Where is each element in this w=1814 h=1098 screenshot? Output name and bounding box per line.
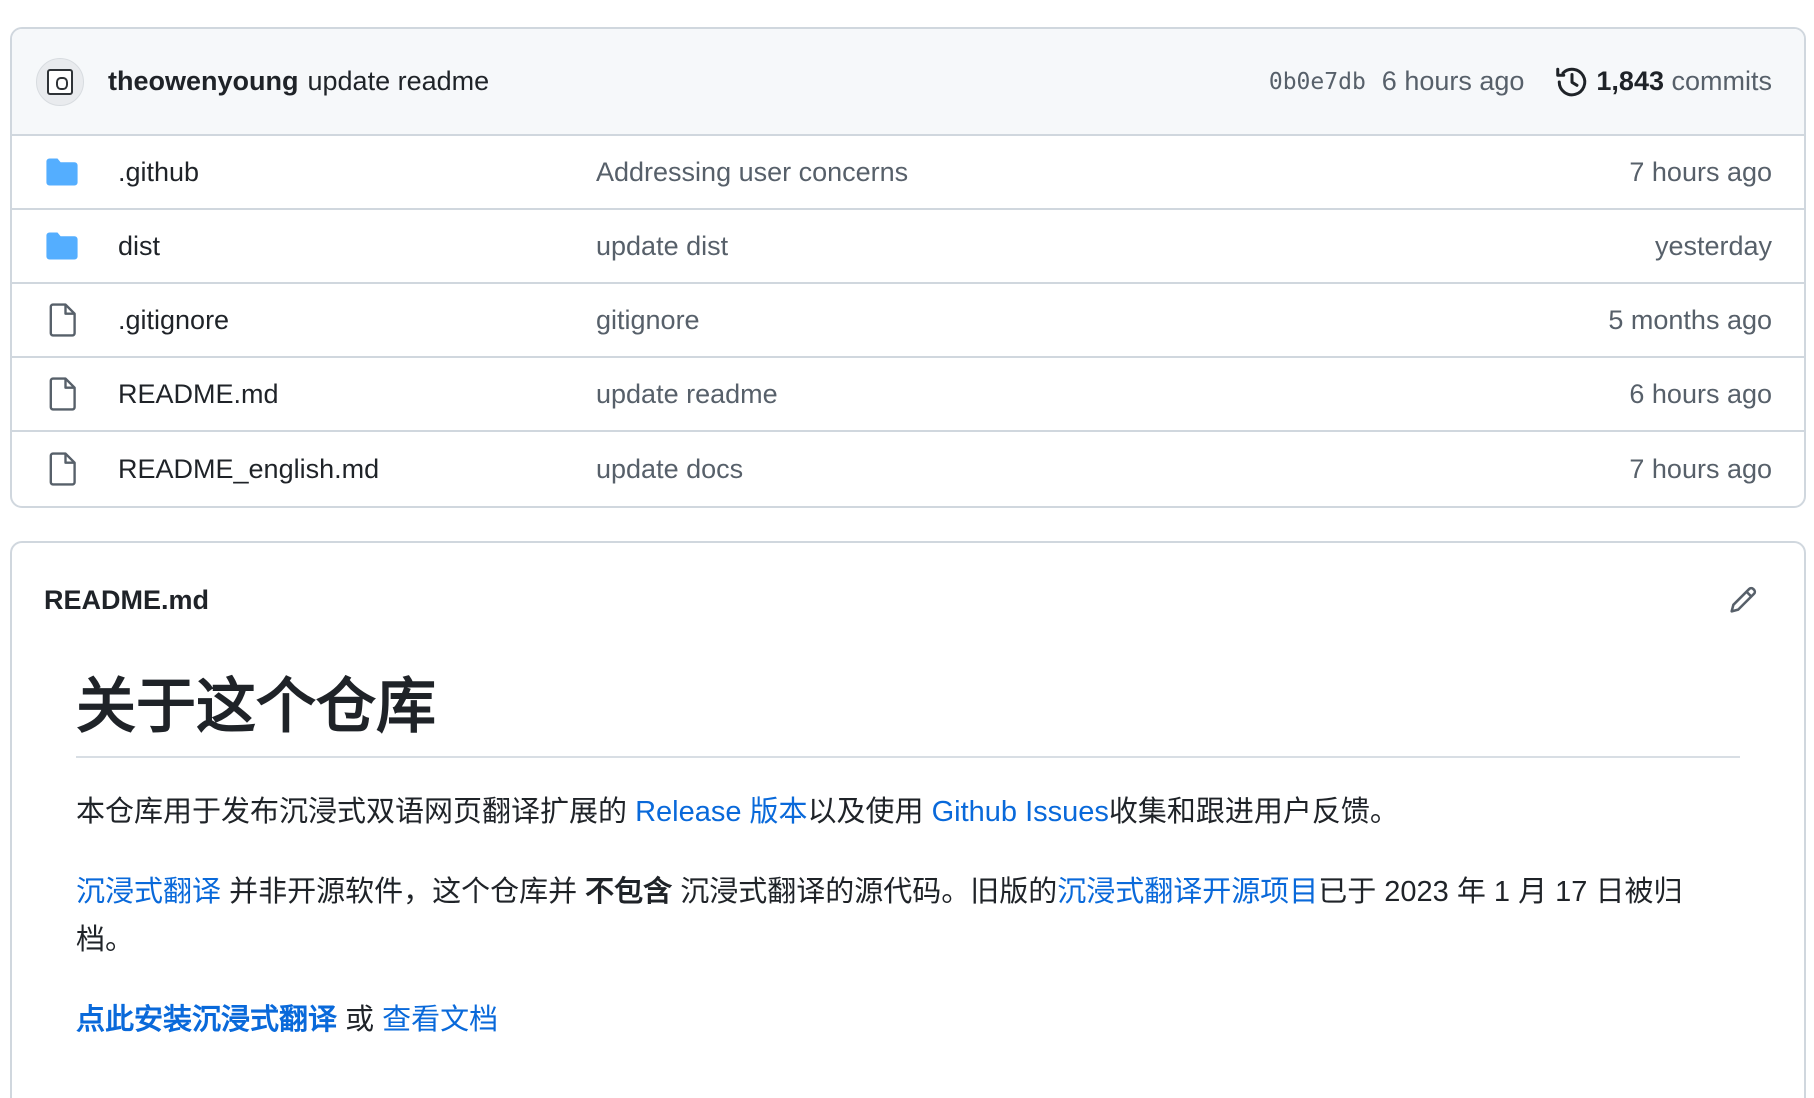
file-commit-time: yesterday [1654, 230, 1772, 261]
file-row[interactable]: README.md update readme 6 hours ago [12, 358, 1804, 432]
install-link[interactable]: 点此安装沉浸式翻译 [76, 1004, 337, 1036]
file-icon [44, 376, 80, 412]
commit-sha[interactable]: 0b0e7db [1269, 69, 1366, 95]
file-commit-message[interactable]: Addressing user concerns [596, 157, 1629, 188]
commit-author[interactable]: theowenyoung [108, 66, 299, 97]
file-browser: theowenyoung update readme 0b0e7db 6 hou… [10, 27, 1806, 508]
readme-paragraph-3: 点此安装沉浸式翻译 或 查看文档 [76, 1004, 499, 1036]
file-icon [44, 451, 80, 487]
file-row[interactable]: dist update dist yesterday [12, 210, 1804, 284]
readme-header: README.md [12, 543, 1804, 657]
file-commit-time: 7 hours ago [1629, 156, 1772, 187]
file-commit-time: 5 months ago [1608, 304, 1772, 335]
commit-time: 6 hours ago [1381, 66, 1525, 96]
readme-panel: README.md 关于这个仓库 本仓库用于发布沉浸式双语网页翻译扩展的 Rel… [10, 541, 1806, 1098]
file-row[interactable]: README_english.md update docs 7 hours ago [12, 432, 1804, 506]
folder-icon [44, 228, 80, 264]
readme-paragraph-1: 本仓库用于发布沉浸式双语网页翻译扩展的 Release 版本以及使用 Githu… [76, 796, 1399, 828]
file-commit-time: 6 hours ago [1629, 378, 1772, 409]
file-row[interactable]: .github Addressing user concerns 7 hours a… [12, 136, 1804, 210]
pencil-icon[interactable] [1726, 583, 1760, 617]
file-commit-message[interactable]: update dist [596, 231, 1655, 262]
file-name-link[interactable]: dist [118, 231, 596, 262]
file-name-link[interactable]: .github [118, 157, 596, 188]
latest-commit-bar: theowenyoung update readme 0b0e7db 6 hou… [12, 29, 1804, 136]
readme-paragraph-2: 沉浸式翻译 并非开源软件，这个仓库并 不包含 沉浸式翻译的源代码。旧版的沉浸式翻… [76, 876, 1683, 956]
readme-filename: README.md [44, 584, 210, 615]
commit-message[interactable]: update readme [308, 66, 490, 97]
file-row[interactable]: .gitignore gitignore 5 months ago [12, 284, 1804, 358]
file-commit-message[interactable]: update docs [596, 454, 1629, 485]
old-project-link[interactable]: 沉浸式翻译开源项目 [1057, 876, 1318, 908]
file-commit-message[interactable]: gitignore [596, 305, 1608, 336]
release-link[interactable]: Release 版本 [635, 796, 807, 828]
avatar[interactable] [36, 57, 84, 106]
history-icon[interactable] [1554, 64, 1590, 100]
file-name-link[interactable]: README_english.md [118, 454, 596, 485]
readme-content: 关于这个仓库 本仓库用于发布沉浸式双语网页翻译扩展的 Release 版本以及使… [12, 657, 1804, 1044]
immersive-translate-link[interactable]: 沉浸式翻译 [76, 876, 221, 908]
docs-link[interactable]: 查看文档 [382, 1004, 498, 1036]
file-commit-time: 7 hours ago [1629, 453, 1772, 484]
issues-link[interactable]: Github Issues [932, 796, 1109, 828]
readme-heading: 关于这个仓库 [76, 657, 1740, 758]
folder-icon [44, 154, 80, 190]
file-name-link[interactable]: .gitignore [118, 305, 596, 336]
file-name-link[interactable]: README.md [118, 379, 596, 410]
file-icon [44, 302, 80, 338]
commits-link[interactable]: 1,843 commits [1596, 66, 1772, 97]
file-commit-message[interactable]: update readme [596, 379, 1629, 410]
